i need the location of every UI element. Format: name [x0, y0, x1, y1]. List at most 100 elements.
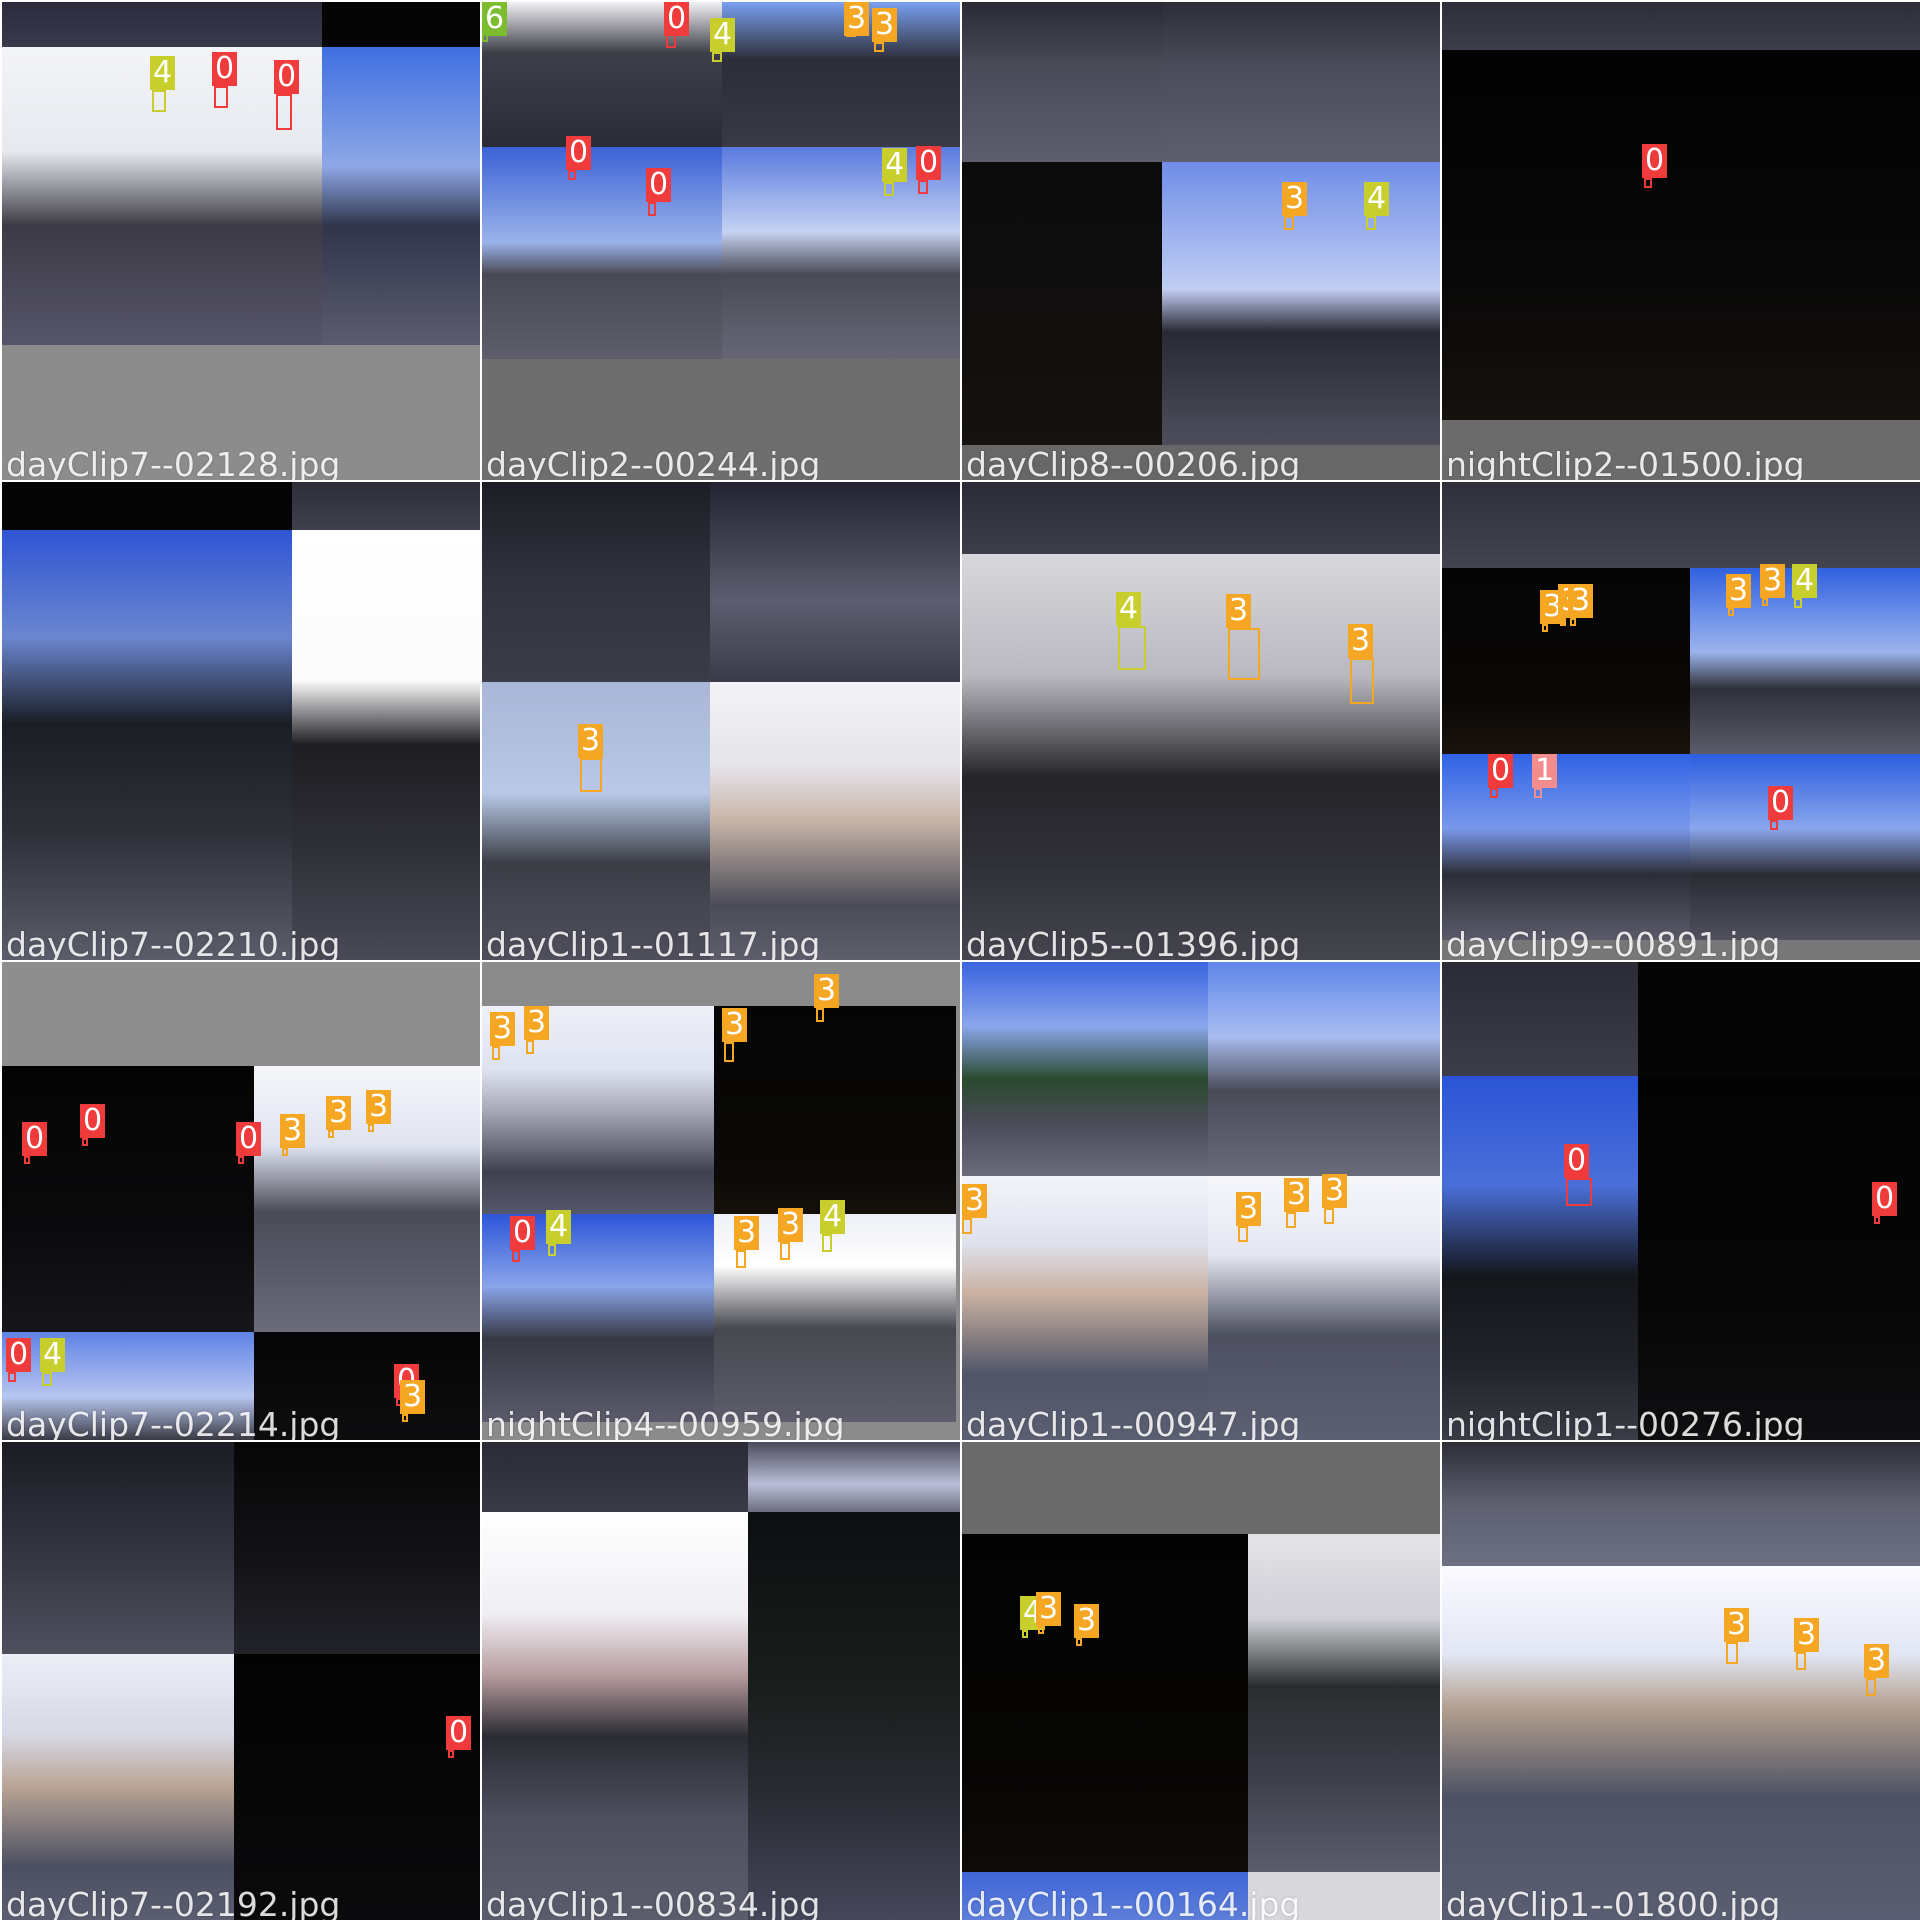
- detection-class-label: 4: [40, 1338, 66, 1372]
- detection-box: [1570, 618, 1576, 626]
- detection-box: [1076, 1638, 1082, 1646]
- detection-box: [724, 1042, 734, 1062]
- detection-class-label: 3: [1348, 624, 1374, 658]
- image-region: [748, 1442, 960, 1512]
- detection-class-label: 4: [1792, 564, 1818, 598]
- detection-class-label: 0: [274, 60, 300, 94]
- image-region: [1442, 754, 1690, 940]
- detection-box: [1762, 598, 1768, 606]
- detection-class-label: 3: [1726, 574, 1752, 608]
- mosaic-tile: 0 nightClip2--01500.jpg: [1442, 2, 1920, 480]
- detection-box: [282, 1148, 288, 1156]
- detection-box: [214, 86, 228, 108]
- detection-class-label: 4: [1116, 592, 1142, 626]
- detection-box: [1770, 820, 1778, 830]
- detection-box: [884, 182, 894, 196]
- detection-box: [1874, 1216, 1880, 1224]
- image-region: [748, 1512, 960, 1920]
- image-region: [482, 147, 722, 359]
- image-region: [956, 1006, 960, 1422]
- image-region: [2, 962, 480, 1066]
- detection-class-label: 3: [1226, 594, 1252, 628]
- image-filename-caption: dayClip7--02192.jpg: [6, 1885, 341, 1920]
- image-filename-caption: dayClip1--00164.jpg: [966, 1885, 1301, 1920]
- image-region: [722, 2, 960, 147]
- mosaic-tile: 0 0 nightClip1--00276.jpg: [1442, 962, 1920, 1440]
- detection-box: [8, 1372, 16, 1382]
- detection-class-label: 4: [150, 56, 176, 90]
- detection-box: [42, 1372, 52, 1386]
- image-filename-caption: dayClip5--01396.jpg: [966, 925, 1301, 960]
- detection-box: [1118, 626, 1146, 670]
- image-region: [714, 1006, 956, 1214]
- mosaic-tile: 3 4 dayClip8--00206.jpg: [962, 2, 1440, 480]
- detection-box: [492, 1046, 500, 1060]
- mosaic-tile: 0003330403dayClip7--02214.jpg: [2, 962, 480, 1440]
- detection-box: [648, 202, 656, 216]
- image-filename-caption: nightClip2--01500.jpg: [1446, 445, 1805, 480]
- detection-box: [822, 1234, 832, 1252]
- image-filename-caption: dayClip2--00244.jpg: [486, 445, 821, 480]
- detection-class-label: 0: [446, 1716, 472, 1750]
- image-region: [1442, 1076, 1638, 1440]
- detection-box: [736, 1250, 746, 1268]
- detection-box: [368, 1124, 374, 1132]
- image-region: [962, 962, 1208, 1176]
- image-region: [234, 1442, 480, 1654]
- image-region: [234, 1654, 480, 1920]
- image-region: [710, 482, 960, 682]
- detection-class-label: 0: [80, 1104, 106, 1138]
- detection-class-label: 3: [490, 1012, 516, 1046]
- detection-box: [512, 1250, 520, 1262]
- image-filename-caption: nightClip1--00276.jpg: [1446, 1405, 1805, 1440]
- image-region: [482, 1006, 714, 1214]
- detection-class-label: 0: [1872, 1182, 1898, 1216]
- detection-box: [448, 1750, 454, 1758]
- image-filename-caption: nightClip4--00959.jpg: [486, 1405, 845, 1440]
- detection-class-label: 0: [1768, 786, 1794, 820]
- detection-class-label: 3: [366, 1090, 392, 1124]
- detection-box: [1794, 598, 1802, 608]
- detection-box: [874, 42, 884, 52]
- image-filename-caption: dayClip9--00891.jpg: [1446, 925, 1781, 960]
- mosaic-tile: 6 0 4 3 3 0 0 4 0 dayClip2--00244.jpg: [482, 2, 960, 480]
- image-region: [2, 530, 292, 960]
- mosaic-tile: 3 3 3 dayClip1--01800.jpg: [1442, 1442, 1920, 1920]
- detection-box: [568, 170, 576, 180]
- detection-class-label: 3: [1236, 1192, 1262, 1226]
- detection-class-label: 3: [1036, 1592, 1062, 1626]
- detection-class-label: 3: [778, 1208, 804, 1242]
- detection-box: [1228, 628, 1260, 680]
- detection-class-label: 0: [566, 136, 592, 170]
- detection-mosaic-grid: 4 0 0 dayClip7--02128.jpg 6 0 4 3 3 0 0 4 0 dayClip2-…: [0, 0, 1920, 1920]
- detection-class-label: 0: [510, 1216, 536, 1250]
- detection-box: [962, 1218, 972, 1234]
- image-region: [322, 47, 480, 345]
- detection-class-label: 0: [6, 1338, 32, 1372]
- detection-class-label: 3: [326, 1096, 352, 1130]
- image-region: [292, 530, 480, 960]
- image-region: [1442, 50, 1920, 420]
- image-region: [1638, 962, 1920, 1076]
- image-region: [1442, 962, 1638, 1076]
- detection-class-label: 3: [1322, 1174, 1348, 1208]
- image-region: [1690, 754, 1920, 940]
- detection-box: [580, 758, 602, 792]
- image-region: [710, 682, 960, 960]
- detection-class-label: 3: [578, 724, 604, 758]
- detection-class-label: 3: [1724, 1608, 1750, 1642]
- detection-box: [402, 1414, 408, 1422]
- image-filename-caption: dayClip8--00206.jpg: [966, 445, 1301, 480]
- detection-box: [1534, 788, 1542, 798]
- detection-class-label: 0: [916, 146, 942, 180]
- image-filename-caption: dayClip1--00834.jpg: [486, 1885, 821, 1920]
- mosaic-tile: 4 0 0 dayClip7--02128.jpg: [2, 2, 480, 480]
- image-region: [962, 1176, 1208, 1440]
- detection-class-label: 3: [400, 1380, 426, 1414]
- detection-class-label: 3: [1794, 1618, 1820, 1652]
- detection-box: [1566, 1178, 1592, 1206]
- mosaic-tile: 3 dayClip1--01117.jpg: [482, 482, 960, 960]
- detection-class-label: 3: [1568, 584, 1594, 618]
- detection-class-label: 3: [872, 8, 898, 42]
- detection-class-label: 4: [546, 1210, 572, 1244]
